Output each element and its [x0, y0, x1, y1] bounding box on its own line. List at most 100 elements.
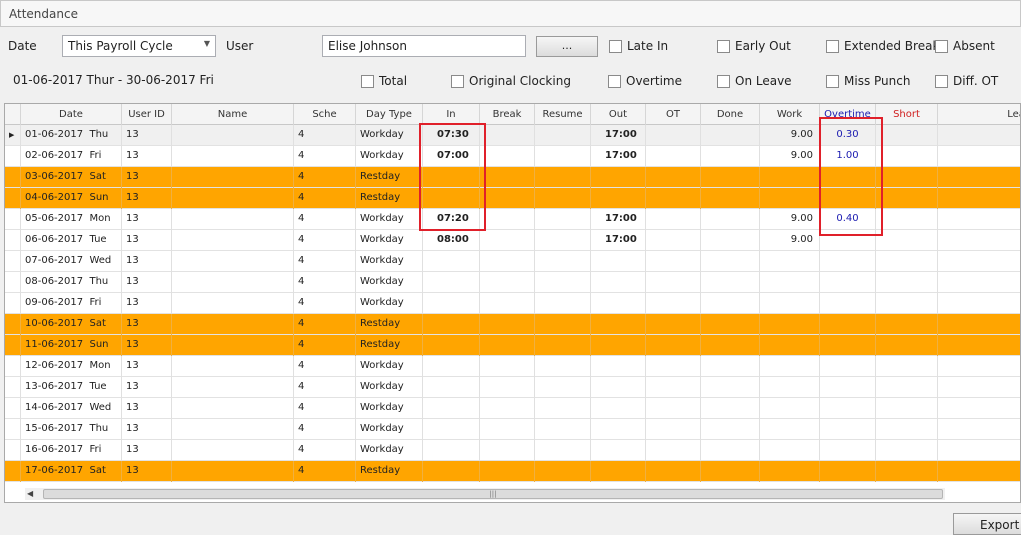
cell-resume — [535, 146, 591, 167]
absent-checkbox[interactable]: Absent — [935, 38, 995, 54]
cell-in — [423, 272, 480, 293]
horizontal-scrollbar[interactable]: ◀ ||| — [25, 488, 945, 500]
cell-work: 9.00 — [760, 230, 820, 251]
date-range-dropdown[interactable]: This Payroll Cycle ▼ — [62, 35, 216, 57]
date-label: Date — [8, 39, 37, 53]
cell-out — [591, 167, 646, 188]
cell-name — [172, 419, 294, 440]
cell-break — [480, 293, 535, 314]
cell-break — [480, 251, 535, 272]
table-row[interactable]: 04-06-2017 Sun 13 4 Restday — [5, 188, 1020, 209]
cell-overtime — [820, 398, 876, 419]
table-row[interactable]: 17-06-2017 Sat 13 4 Restday — [5, 461, 1020, 482]
cell-resume — [535, 440, 591, 461]
table-row[interactable]: 06-06-2017 Tue 13 4 Workday 08:00 17:00 9.00 — [5, 230, 1020, 251]
original-clocking-checkbox[interactable]: Original Clocking — [451, 73, 571, 89]
cell-work — [760, 335, 820, 356]
table-row[interactable]: 08-06-2017 Thu 13 4 Workday — [5, 272, 1020, 293]
cell-in — [423, 188, 480, 209]
column-header-ot[interactable]: OT — [646, 104, 701, 125]
row-indicator-cell — [5, 314, 21, 335]
cell-done — [701, 272, 760, 293]
table-row[interactable]: 09-06-2017 Fri 13 4 Workday — [5, 293, 1020, 314]
cell-sche: 4 — [294, 461, 356, 482]
column-header-break[interactable]: Break — [480, 104, 535, 125]
column-header-leave-typ[interactable]: Leave Typ — [938, 104, 1020, 125]
table-row[interactable]: 10-06-2017 Sat 13 4 Restday — [5, 314, 1020, 335]
table-row[interactable]: 07-06-2017 Wed 13 4 Workday — [5, 251, 1020, 272]
total-checkbox[interactable]: Total — [361, 73, 407, 89]
cell-break — [480, 419, 535, 440]
table-row[interactable]: 11-06-2017 Sun 13 4 Restday — [5, 335, 1020, 356]
row-indicator-cell — [5, 419, 21, 440]
cell-leave — [938, 209, 1020, 230]
cell-work — [760, 272, 820, 293]
scroll-left-icon[interactable]: ◀ — [27, 488, 33, 500]
cell-ot — [646, 440, 701, 461]
overtime-checkbox[interactable]: Overtime — [608, 73, 682, 89]
cell-in: 07:30 — [423, 125, 480, 146]
cell-day-type: Workday — [356, 440, 423, 461]
cell-short — [876, 188, 938, 209]
table-row[interactable]: 14-06-2017 Wed 13 4 Workday — [5, 398, 1020, 419]
table-row[interactable]: 03-06-2017 Sat 13 4 Restday — [5, 167, 1020, 188]
scrollbar-thumb[interactable]: ||| — [43, 489, 943, 499]
cell-work — [760, 419, 820, 440]
checkbox-box — [361, 74, 374, 88]
cell-ot — [646, 398, 701, 419]
cell-ot — [646, 314, 701, 335]
on-leave-checkbox[interactable]: On Leave — [717, 73, 792, 89]
cell-user-id: 13 — [122, 335, 172, 356]
cell-work — [760, 251, 820, 272]
column-header-out[interactable]: Out — [591, 104, 646, 125]
table-row[interactable]: 15-06-2017 Thu 13 4 Workday — [5, 419, 1020, 440]
table-row[interactable]: 12-06-2017 Mon 13 4 Workday — [5, 356, 1020, 377]
cell-in — [423, 335, 480, 356]
table-row[interactable]: 05-06-2017 Mon 13 4 Workday 07:20 17:00 9.00 0.… — [5, 209, 1020, 230]
table-row[interactable]: 16-06-2017 Fri 13 4 Workday — [5, 440, 1020, 461]
cell-date: 09-06-2017 Fri — [21, 293, 122, 314]
user-field[interactable]: Elise Johnson — [322, 35, 526, 57]
row-indicator-cell — [5, 377, 21, 398]
cell-done — [701, 293, 760, 314]
extended-break-checkbox[interactable]: Extended Break — [826, 38, 939, 54]
cell-date: 11-06-2017 Sun — [21, 335, 122, 356]
checkbox-label: On Leave — [735, 74, 792, 88]
cell-user-id: 13 — [122, 398, 172, 419]
column-header-date[interactable]: Date — [21, 104, 122, 125]
diff-ot-checkbox[interactable]: Diff. OT — [935, 73, 998, 89]
column-header-user-id[interactable]: User ID — [122, 104, 172, 125]
cell-out — [591, 188, 646, 209]
checkbox-box — [935, 39, 948, 53]
column-header-sche[interactable]: Sche — [294, 104, 356, 125]
early-out-checkbox[interactable]: Early Out — [717, 38, 791, 54]
column-header-in[interactable]: In — [423, 104, 480, 125]
cell-user-id: 13 — [122, 461, 172, 482]
miss-punch-checkbox[interactable]: Miss Punch — [826, 73, 910, 89]
cell-work — [760, 293, 820, 314]
cell-overtime — [820, 230, 876, 251]
cell-date: 15-06-2017 Thu — [21, 419, 122, 440]
column-header-done[interactable]: Done — [701, 104, 760, 125]
column-header-overtime[interactable]: Overtime — [820, 104, 876, 125]
column-header-work[interactable]: Work — [760, 104, 820, 125]
cell-name — [172, 440, 294, 461]
cell-day-type: Restday — [356, 188, 423, 209]
row-indicator-cell — [5, 335, 21, 356]
browse-user-button[interactable]: ... — [536, 36, 598, 57]
late-in-checkbox[interactable]: Late In — [609, 38, 668, 54]
cell-short — [876, 314, 938, 335]
column-header-resume[interactable]: Resume — [535, 104, 591, 125]
cell-work — [760, 356, 820, 377]
checkbox-label: Total — [379, 74, 408, 88]
table-row[interactable]: 02-06-2017 Fri 13 4 Workday 07:00 17:00 9.00 1.… — [5, 146, 1020, 167]
table-row[interactable]: 13-06-2017 Tue 13 4 Workday — [5, 377, 1020, 398]
column-header-short[interactable]: Short — [876, 104, 938, 125]
column-header-day-type[interactable]: Day Type — [356, 104, 423, 125]
cell-sche: 4 — [294, 209, 356, 230]
column-header-name[interactable]: Name — [172, 104, 294, 125]
cell-sche: 4 — [294, 293, 356, 314]
table-row[interactable]: ▶ 01-06-2017 Thu 13 4 Workday 07:30 17:00 9.00 0… — [5, 125, 1020, 146]
cell-leave — [938, 440, 1020, 461]
cell-short — [876, 167, 938, 188]
